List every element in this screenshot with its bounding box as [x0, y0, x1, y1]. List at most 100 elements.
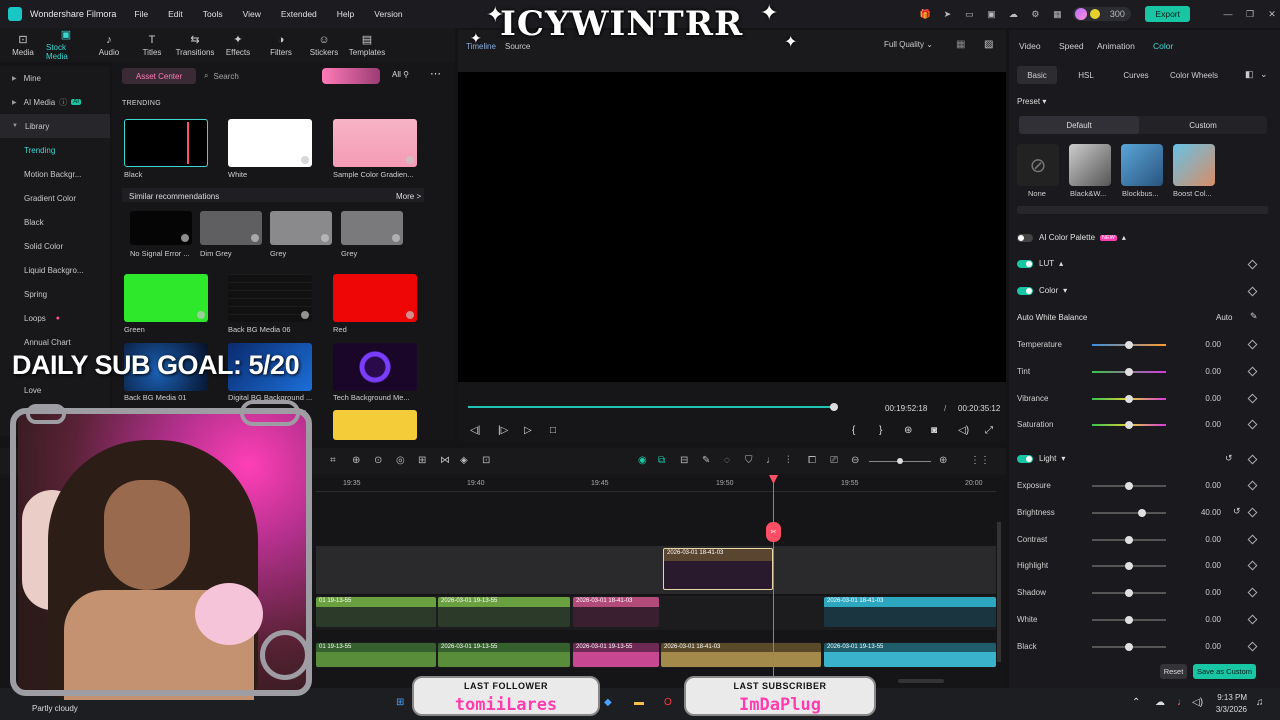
- keyframe-icon[interactable]: [1247, 259, 1258, 270]
- mic-icon[interactable]: ♩: [766, 455, 776, 466]
- thumb-back-bg-06[interactable]: [228, 274, 312, 322]
- lut-row[interactable]: LUT ▴: [1017, 259, 1063, 268]
- slider-knob[interactable]: [1125, 394, 1133, 403]
- preset-none[interactable]: ⊘: [1017, 144, 1059, 186]
- thumb-green[interactable]: [124, 274, 208, 322]
- cloud-icon[interactable]: ☁: [1005, 9, 1021, 20]
- grid-icon[interactable]: ▦: [1049, 9, 1065, 20]
- ai-tool-icon[interactable]: ◉: [638, 455, 647, 466]
- slider-track[interactable]: [1092, 616, 1166, 624]
- prev-frame-icon[interactable]: ◁|: [470, 425, 480, 436]
- slider-value[interactable]: 0.00: [1191, 481, 1221, 490]
- windows-start-icon[interactable]: ⊞: [396, 697, 404, 708]
- timeline-hscrollbar[interactable]: [898, 679, 944, 683]
- nav-liquid-background[interactable]: Liquid Backgro...: [0, 258, 110, 282]
- slider-knob[interactable]: [1125, 535, 1133, 544]
- lut-toggle[interactable]: [1017, 259, 1033, 268]
- copilot-icon[interactable]: ◆: [604, 697, 612, 708]
- slider-track[interactable]: [1092, 508, 1166, 517]
- fit-icon[interactable]: ⊡: [482, 455, 490, 466]
- slider-value[interactable]: 0.00: [1191, 535, 1221, 544]
- slider-contrast[interactable]: Contrast 0.00: [1017, 533, 1267, 547]
- slider-track[interactable]: [1092, 421, 1166, 430]
- tool-templates[interactable]: ▤ Templates: [347, 28, 387, 62]
- preset-blockbuster[interactable]: [1121, 144, 1163, 186]
- menu-tools[interactable]: Tools: [203, 9, 223, 19]
- playback-progress[interactable]: [468, 403, 839, 411]
- thumb-tech-bg[interactable]: [333, 343, 417, 391]
- thumb-grey-2[interactable]: [341, 211, 403, 245]
- preset-black-white[interactable]: [1069, 144, 1111, 186]
- zoom-tool-icon[interactable]: ⊕: [352, 455, 360, 466]
- split-icon[interactable]: ⊟: [680, 455, 688, 466]
- tool-stock-media[interactable]: ▣ Stock Media: [46, 28, 86, 62]
- menu-extended[interactable]: Extended: [281, 9, 317, 19]
- nav-trending[interactable]: Trending: [0, 138, 110, 162]
- reset-button[interactable]: Reset: [1160, 664, 1187, 679]
- tool-media[interactable]: ⊡ Media: [3, 28, 43, 62]
- preset-default[interactable]: Default: [1019, 116, 1139, 134]
- slider-track[interactable]: [1092, 367, 1166, 376]
- keyframe-icon[interactable]: [1247, 393, 1258, 404]
- gift-icon[interactable]: 🎁: [917, 9, 933, 20]
- thumb-sample-gradient[interactable]: [333, 119, 417, 167]
- mark-out-icon[interactable]: }: [879, 425, 882, 436]
- slider-value[interactable]: 0.00: [1191, 340, 1221, 349]
- auto-button[interactable]: Auto: [1216, 313, 1232, 322]
- slider-tint[interactable]: Tint 0.00: [1017, 365, 1267, 379]
- slider-knob[interactable]: [1125, 482, 1133, 490]
- search-input[interactable]: ⌕ Search: [204, 68, 314, 84]
- thumb-black[interactable]: [124, 119, 208, 167]
- notification-icon[interactable]: ♫: [1256, 697, 1264, 708]
- keyframe-icon[interactable]: [1247, 366, 1258, 377]
- keyframe-icon[interactable]: [1247, 641, 1258, 652]
- timeline-clip[interactable]: 2026-03-01 19-13-55: [438, 643, 570, 667]
- timeline-clip[interactable]: 2026-03-01 18-41-03: [573, 597, 659, 627]
- light-row[interactable]: Light ▾: [1017, 454, 1065, 463]
- slider-brightness[interactable]: Brightness 40.00 ↺: [1017, 506, 1267, 520]
- color-toggle[interactable]: [1017, 286, 1033, 295]
- subtab-hsl[interactable]: HSL: [1069, 66, 1103, 84]
- maximize-icon[interactable]: ❐: [1242, 9, 1258, 20]
- asset-center-button[interactable]: Asset Center: [122, 68, 196, 84]
- slider-highlight[interactable]: Highlight 0.00: [1017, 559, 1267, 573]
- slider-value[interactable]: 0.00: [1191, 561, 1221, 570]
- tab-speed[interactable]: Speed: [1059, 41, 1084, 51]
- grid-view-icon[interactable]: ▦: [956, 39, 965, 50]
- progress-knob[interactable]: [830, 403, 839, 411]
- tool-filters[interactable]: ◑ Filters: [261, 28, 301, 62]
- thumb-yellow[interactable]: [333, 410, 417, 440]
- snapshot-icon[interactable]: ▨: [984, 39, 993, 50]
- slider-knob[interactable]: [1125, 421, 1133, 430]
- filter-dropdown[interactable]: All ⚲: [392, 70, 409, 79]
- video-preview[interactable]: [458, 72, 1006, 382]
- transform-icon[interactable]: ⊞: [418, 455, 426, 466]
- keyframe-icon[interactable]: [1247, 480, 1258, 491]
- keyframe-icon[interactable]: [1247, 507, 1258, 518]
- slider-value[interactable]: 0.00: [1191, 420, 1221, 429]
- menu-edit[interactable]: Edit: [168, 9, 183, 19]
- slider-track[interactable]: [1092, 482, 1166, 490]
- thumb-dim-grey[interactable]: [200, 211, 262, 245]
- magic-icon[interactable]: ⋈: [440, 455, 450, 466]
- tool-stickers[interactable]: ☺ Stickers: [304, 28, 344, 62]
- keyframe-icon[interactable]: [1247, 454, 1258, 465]
- preset-scrollbar[interactable]: [1017, 206, 1268, 214]
- thumb-grey[interactable]: [270, 211, 332, 245]
- slider-vibrance[interactable]: Vibrance 0.00: [1017, 392, 1267, 406]
- slider-white[interactable]: White 0.00: [1017, 613, 1267, 627]
- slider-black[interactable]: Black 0.00: [1017, 640, 1267, 654]
- tool-audio[interactable]: ♪ Audio: [89, 28, 129, 62]
- slider-value[interactable]: 0.00: [1191, 367, 1221, 376]
- zoom-slider-knob[interactable]: [897, 458, 903, 464]
- keyframe-icon[interactable]: [1247, 587, 1258, 598]
- timeline-clip[interactable]: 2026-03-01 18-41-03: [663, 548, 773, 590]
- timeline-clip[interactable]: 2026-03-01 18-41-03: [661, 643, 821, 667]
- ai-palette-row[interactable]: AI Color Palette NEW ▴: [1017, 233, 1126, 242]
- slider-track[interactable]: [1092, 642, 1166, 651]
- slider-track[interactable]: [1092, 589, 1166, 598]
- minimize-icon[interactable]: —: [1220, 9, 1236, 19]
- menu-help[interactable]: Help: [337, 9, 354, 19]
- snap-icon[interactable]: ⧉: [658, 455, 665, 466]
- export-button[interactable]: Export: [1145, 6, 1190, 22]
